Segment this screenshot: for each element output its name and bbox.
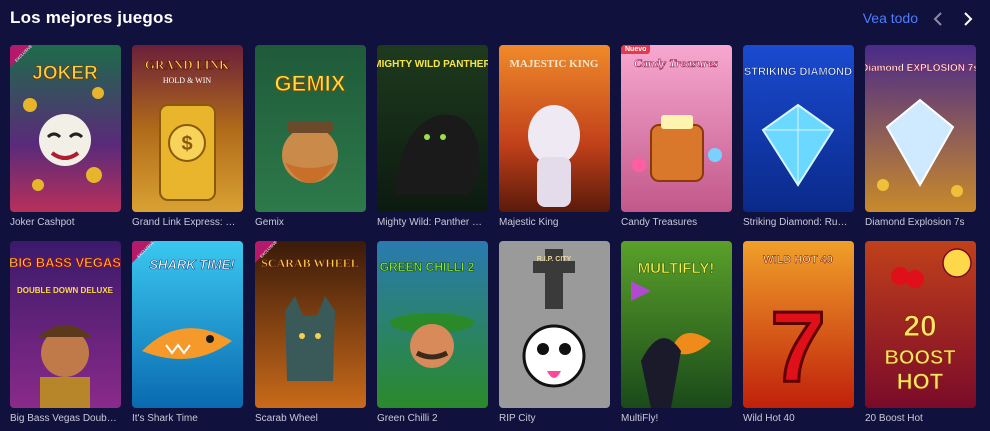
game-title[interactable]: It's Shark Time — [132, 413, 240, 424]
game-card-big-bass-vegas[interactable]: BIG BASS VEGAS DOUBLE DOWN DELUXE Big Ba… — [10, 241, 121, 424]
game-card-diamond-explosion-7s[interactable]: Diamond EXPLOSION 7s Diamond Explosion 7… — [865, 45, 976, 228]
svg-text:20: 20 — [903, 310, 936, 343]
game-title[interactable]: MultiFly! — [621, 413, 729, 424]
game-thumbnail[interactable]: BIG BASS VEGAS DOUBLE DOWN DELUXE — [10, 241, 121, 408]
svg-text:GREEN CHILLI 2: GREEN CHILLI 2 — [380, 260, 475, 274]
game-card-wild-hot-40[interactable]: 7 WILD HOT 40 Wild Hot 40 — [743, 241, 854, 424]
game-card-grand-link-express[interactable]: $ GRAND LINK HOLD & WIN Grand Link Expre… — [132, 45, 243, 228]
svg-text:DOUBLE DOWN DELUXE: DOUBLE DOWN DELUXE — [17, 286, 114, 295]
svg-text:SHARK TIME!: SHARK TIME! — [149, 257, 235, 272]
svg-text:HOT: HOT — [897, 369, 944, 394]
game-card-joker-cashpot[interactable]: JOKER EXCLUSIVE Joker Cashpot — [10, 45, 121, 228]
svg-text:STRIKING DIAMOND: STRIKING DIAMOND — [744, 66, 852, 78]
game-thumbnail[interactable]: Candy Treasures Nuevo — [621, 45, 732, 212]
svg-text:Diamond EXPLOSION 7s: Diamond EXPLOSION 7s — [865, 63, 976, 74]
game-thumbnail[interactable]: SCARAB WHEEL EXCLUSIVE — [255, 241, 366, 408]
exclusive-ribbon: EXCLUSIVE — [255, 241, 277, 263]
svg-text:GEMIX: GEMIX — [275, 71, 346, 96]
game-title[interactable]: RIP City — [499, 413, 607, 424]
game-thumbnail[interactable]: JOKER EXCLUSIVE — [10, 45, 121, 212]
game-title[interactable]: Gemix — [255, 217, 363, 228]
game-title[interactable]: Green Chilli 2 — [377, 413, 485, 424]
exclusive-ribbon: EXCLUSIVE — [132, 241, 154, 263]
game-card-rip-city[interactable]: R.I.P. CITY RIP City — [499, 241, 610, 424]
game-card-its-shark-time[interactable]: SHARK TIME! EXCLUSIVE It's Shark Time — [132, 241, 243, 424]
game-thumbnail[interactable]: GREEN CHILLI 2 — [377, 241, 488, 408]
game-thumbnail[interactable]: Diamond EXPLOSION 7s — [865, 45, 976, 212]
svg-text:$: $ — [181, 133, 192, 155]
svg-text:R.I.P. CITY: R.I.P. CITY — [537, 256, 572, 263]
svg-text:MULTIFLY!: MULTIFLY! — [638, 260, 715, 277]
game-title[interactable]: Wild Hot 40 — [743, 413, 851, 424]
game-thumbnail[interactable]: SHARK TIME! EXCLUSIVE — [132, 241, 243, 408]
game-thumbnail[interactable]: STRIKING DIAMOND — [743, 45, 854, 212]
svg-text:BIG BASS VEGAS: BIG BASS VEGAS — [10, 255, 121, 270]
section-header: Los mejores juegos Vea todo — [10, 8, 980, 30]
game-card-striking-diamond[interactable]: STRIKING DIAMOND Striking Diamond: Runni… — [743, 45, 854, 228]
svg-text:GRAND LINK: GRAND LINK — [145, 57, 230, 72]
svg-text:7: 7 — [770, 291, 826, 403]
see-all-link[interactable]: Vea todo — [863, 10, 918, 26]
new-badge: Nuevo — [621, 45, 651, 54]
svg-text:WILD HOT 40: WILD HOT 40 — [763, 254, 833, 266]
game-thumbnail[interactable]: MIGHTY WILD PANTHER — [377, 45, 488, 212]
game-thumbnail[interactable]: 20 BOOST HOT — [865, 241, 976, 408]
svg-text:HOLD & WIN: HOLD & WIN — [163, 76, 212, 85]
game-title[interactable]: Diamond Explosion 7s — [865, 217, 973, 228]
chevron-left-icon — [933, 12, 942, 26]
chevron-right-icon — [964, 12, 973, 26]
game-thumbnail[interactable]: GEMIX — [255, 45, 366, 212]
game-title[interactable]: Big Bass Vegas Double Down Deluxe — [10, 413, 118, 424]
game-title[interactable]: Scarab Wheel — [255, 413, 363, 424]
svg-text:JOKER: JOKER — [32, 63, 98, 84]
game-card-mighty-wild-panther[interactable]: MIGHTY WILD PANTHER Mighty Wild: Panther… — [377, 45, 488, 228]
game-thumbnail[interactable]: R.I.P. CITY — [499, 241, 610, 408]
game-card-majestic-king[interactable]: MAJESTIC KING Majestic King — [499, 45, 610, 228]
game-title[interactable]: Majestic King — [499, 217, 607, 228]
game-title[interactable]: 20 Boost Hot — [865, 413, 973, 424]
game-thumbnail[interactable]: $ GRAND LINK HOLD & WIN — [132, 45, 243, 212]
game-thumbnail[interactable]: 7 WILD HOT 40 — [743, 241, 854, 408]
game-card-green-chilli-2[interactable]: GREEN CHILLI 2 Green Chilli 2 — [377, 241, 488, 424]
game-title[interactable]: Joker Cashpot — [10, 217, 118, 228]
game-title[interactable]: Grand Link Express: Hold & Win — [132, 217, 240, 228]
svg-text:MAJESTIC KING: MAJESTIC KING — [510, 58, 599, 70]
game-thumbnail[interactable]: MAJESTIC KING — [499, 45, 610, 212]
game-card-multifly[interactable]: MULTIFLY! MultiFly! — [621, 241, 732, 424]
game-card-gemix[interactable]: GEMIX Gemix — [255, 45, 366, 228]
game-card-scarab-wheel[interactable]: SCARAB WHEEL EXCLUSIVE Scarab Wheel — [255, 241, 366, 424]
game-title[interactable]: Striking Diamond: Running Wins — [743, 217, 851, 228]
game-title[interactable]: Mighty Wild: Panther Grand Diamond — [377, 217, 485, 228]
game-thumbnail[interactable]: MULTIFLY! — [621, 241, 732, 408]
exclusive-ribbon: EXCLUSIVE — [10, 45, 32, 67]
game-card-20-boost-hot[interactable]: 20 BOOST HOT 20 Boost Hot — [865, 241, 976, 424]
svg-text:Candy Treasures: Candy Treasures — [634, 56, 718, 70]
section-title: Los mejores juegos — [10, 8, 174, 27]
previous-button[interactable] — [928, 8, 950, 30]
svg-text:MIGHTY WILD PANTHER: MIGHTY WILD PANTHER — [377, 59, 488, 70]
game-card-candy-treasures[interactable]: Candy Treasures Nuevo Candy Treasures — [621, 45, 732, 228]
game-title[interactable]: Candy Treasures — [621, 217, 729, 228]
next-button[interactable] — [956, 8, 978, 30]
svg-text:BOOST: BOOST — [884, 347, 955, 369]
